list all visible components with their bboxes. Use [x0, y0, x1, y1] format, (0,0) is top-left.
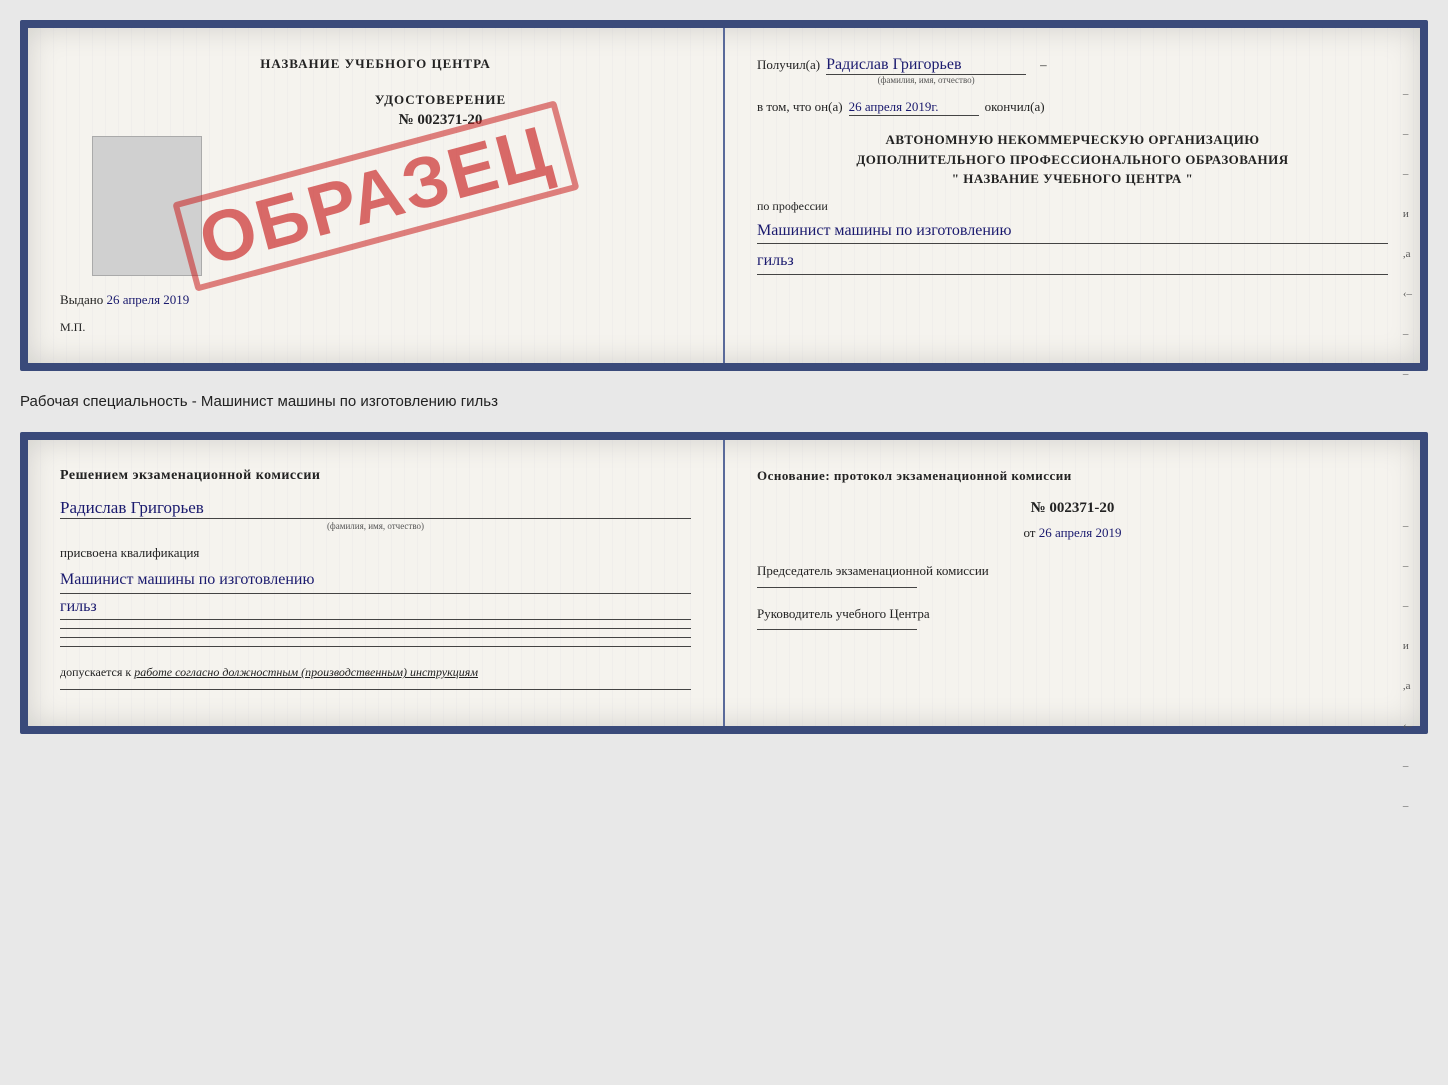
profession-label: по профессии [757, 199, 1388, 214]
completion-date: 26 апреля 2019г. [849, 99, 979, 116]
qualification-line1: Машинист машины по изготовлению [60, 567, 691, 594]
dash1: – [1040, 57, 1047, 73]
separator-line-3 [60, 646, 691, 647]
bottom-card-left: Решением экзаменационной комиссии Радисл… [28, 440, 725, 726]
dopusk-block: допускается к работе согласно должностны… [60, 663, 691, 681]
specialty-label: Рабочая специальность - Машинист машины … [20, 387, 1428, 416]
recipient-name: Радислав Григорьев [826, 56, 1026, 75]
bottom-card-right: Основание: протокол экзаменационной коми… [725, 440, 1420, 726]
date-prefix: от [1023, 525, 1035, 540]
chairman-block: Председатель экзаменационной комиссии [757, 561, 1388, 588]
protocol-number: № 002371-20 [757, 500, 1388, 517]
org-block: АВТОНОМНУЮ НЕКОММЕРЧЕСКУЮ ОРГАНИЗАЦИЮ ДО… [757, 130, 1388, 189]
head-label: Руководитель учебного Центра [757, 604, 1388, 624]
bottom-name-sublabel: (фамилия, имя, отчество) [60, 521, 691, 531]
bottom-person-name: Радислав Григорьев [60, 498, 691, 519]
cert-title: НАЗВАНИЕ УЧЕБНОГО ЦЕНТРА [60, 56, 691, 72]
org-line2: ДОПОЛНИТЕЛЬНОГО ПРОФЕССИОНАЛЬНОГО ОБРАЗО… [757, 150, 1388, 170]
foundation-label: Основание: протокол экзаменационной коми… [757, 468, 1388, 484]
chairman-sign-line [757, 587, 917, 588]
head-block: Руководитель учебного Центра [757, 604, 1388, 631]
dopusk-text: допускается к [60, 665, 131, 679]
right-side-marks-bottom: – – – и ,а ‹– – – [1403, 520, 1412, 812]
mp-label: М.П. [60, 320, 691, 335]
cert-number: № 002371-20 [190, 112, 691, 129]
finished-label: окончил(а) [985, 99, 1045, 115]
cert-issued-row: Выдано 26 апреля 2019 [60, 292, 691, 308]
issued-label: Выдано [60, 292, 103, 307]
cert-body: УДОСТОВЕРЕНИЕ № 002371-20 [190, 92, 691, 232]
top-card-right: Получил(а) Радислав Григорьев (фамилия, … [725, 28, 1420, 363]
bottom-section-title: Решением экзаменационной комиссии [60, 468, 691, 484]
dopusk-italic: работе согласно должностным (производств… [134, 665, 478, 679]
right-side-marks: – – – и ,а ‹– – – [1403, 88, 1412, 380]
cert-photo-area [92, 136, 202, 276]
protocol-date: от 26 апреля 2019 [757, 525, 1388, 541]
org-line3: " НАЗВАНИЕ УЧЕБНОГО ЦЕНТРА " [757, 169, 1388, 189]
top-document-card: НАЗВАНИЕ УЧЕБНОГО ЦЕНТРА ОБРАЗЕЦ УДОСТОВ… [20, 20, 1428, 371]
separator-line-2 [60, 637, 691, 638]
name-sublabel-top: (фамилия, имя, отчество) [826, 75, 1026, 85]
received-line: Получил(а) Радислав Григорьев (фамилия, … [757, 56, 1388, 85]
head-sign-line [757, 629, 917, 630]
top-card-left: НАЗВАНИЕ УЧЕБНОГО ЦЕНТРА ОБРАЗЕЦ УДОСТОВ… [28, 28, 725, 363]
in-that-label: в том, что он(а) [757, 99, 843, 115]
separator-line-4 [60, 689, 691, 690]
qualification-line2: гильз [60, 594, 691, 621]
protocol-date-value: 26 апреля 2019 [1039, 525, 1122, 540]
profession-line2: гильз [757, 248, 1388, 275]
cert-label: УДОСТОВЕРЕНИЕ [190, 92, 691, 108]
profession-line1: Машинист машины по изготовлению [757, 218, 1388, 245]
issued-date: 26 апреля 2019 [107, 292, 190, 307]
date-line: в том, что он(а) 26 апреля 2019г. окончи… [757, 99, 1388, 116]
org-line1: АВТОНОМНУЮ НЕКОММЕРЧЕСКУЮ ОРГАНИЗАЦИЮ [757, 130, 1388, 150]
assigned-label: присвоена квалификация [60, 545, 691, 561]
chairman-label: Председатель экзаменационной комиссии [757, 561, 1388, 581]
separator-line-1 [60, 628, 691, 629]
bottom-document-card: Решением экзаменационной комиссии Радисл… [20, 432, 1428, 734]
page-wrapper: НАЗВАНИЕ УЧЕБНОГО ЦЕНТРА ОБРАЗЕЦ УДОСТОВ… [20, 20, 1428, 734]
received-label: Получил(а) [757, 57, 820, 73]
